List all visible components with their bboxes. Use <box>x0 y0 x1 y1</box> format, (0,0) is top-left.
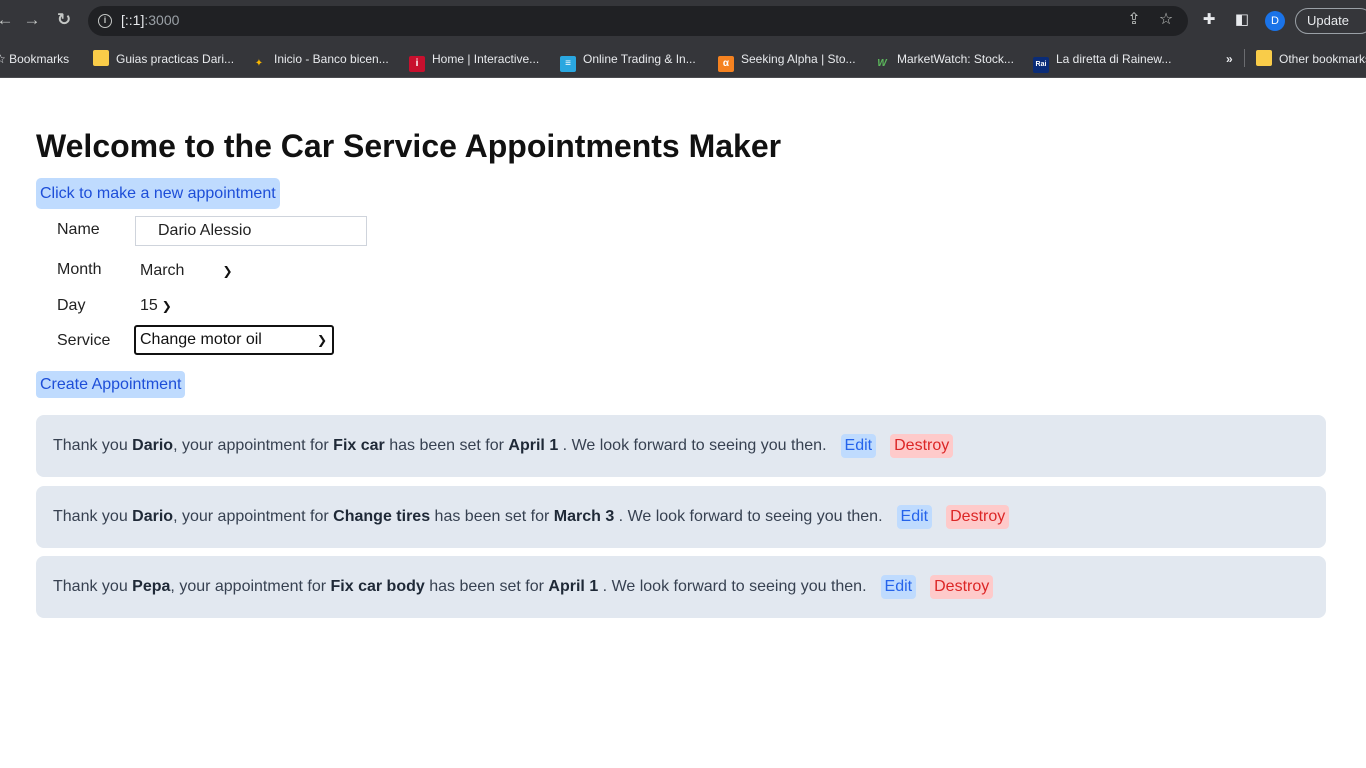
text-middle: , your appointment for <box>173 437 329 454</box>
update-label: Update <box>1307 13 1349 28</box>
day-select[interactable]: 15 ❯ <box>140 297 172 315</box>
share-icon[interactable]: ⇪ <box>1124 10 1144 30</box>
bookmark-item[interactable]: W MarketWatch: Stock... <box>874 50 1014 69</box>
bookmark-item[interactable]: α Seeking Alpha | Sto... <box>718 50 856 72</box>
service-value: Change motor oil <box>140 331 262 348</box>
page-content: Welcome to the Car Service Appointments … <box>0 79 1366 768</box>
text-middle: , your appointment for <box>173 508 329 525</box>
appointment-card: Thank you Dario, your appointment for Fi… <box>36 415 1326 477</box>
text-suffix: . We look forward to seeing you then. <box>562 437 827 454</box>
bookmark-label: Online Trading & In... <box>583 52 696 66</box>
url-host: [::1] <box>121 12 145 28</box>
menu-icon[interactable]: ⋮ <box>1360 11 1366 29</box>
bookmark-item[interactable]: Rai La diretta di Rainew... <box>1033 50 1172 73</box>
create-appointment-button[interactable]: Create Appointment <box>36 371 186 398</box>
appointment-text: Thank you Pepa, your appointment for Fix… <box>53 556 994 618</box>
month-select[interactable]: March ❯ <box>140 262 233 280</box>
service-label: Service <box>57 332 111 349</box>
service-select[interactable]: Change motor oil ❯ <box>134 325 334 355</box>
page-title: Welcome to the Car Service Appointments … <box>36 128 782 164</box>
destroy-button[interactable]: Destroy <box>946 504 1010 529</box>
bookmark-label: Inicio - Banco bicen... <box>274 52 389 66</box>
customer-name: Pepa <box>132 578 171 595</box>
text-suffix: . We look forward to seeing you then. <box>618 508 883 525</box>
reload-icon[interactable]: ↻ <box>53 9 75 31</box>
edit-button[interactable]: Edit <box>896 504 933 529</box>
bookmarks-menu[interactable]: ☆ Bookmarks <box>0 50 69 68</box>
interactive-brokers-icon: i <box>409 56 425 72</box>
bookmarks-label: Bookmarks <box>9 52 70 66</box>
name-input[interactable]: Dario Alessio <box>135 216 367 246</box>
bookmarks-overflow[interactable]: » <box>1226 50 1233 68</box>
appointment-text: Thank you Dario, your appointment for Ch… <box>53 486 1010 548</box>
bookmark-label: Guias practicas Dari... <box>116 52 235 66</box>
seeking-alpha-icon: α <box>718 56 734 72</box>
chevron-down-icon: ❯ <box>316 333 327 347</box>
profile-avatar[interactable]: D <box>1265 11 1285 31</box>
appointment-text: Thank you Dario, your appointment for Fi… <box>53 415 954 477</box>
appointment-card: Thank you Dario, your appointment for Ch… <box>36 486 1326 548</box>
folder-icon <box>93 50 109 66</box>
browser-toolbar: ← → ↻ i [::1]:3000 ⇪ ☆ ✚ ◧ D Update ⋮ <box>0 0 1366 40</box>
day-value: 15 <box>140 297 158 314</box>
text-suffix: . We look forward to seeing you then. <box>602 578 867 595</box>
edit-button[interactable]: Edit <box>840 433 877 458</box>
back-icon[interactable]: ← <box>0 9 16 31</box>
text-middle: , your appointment for <box>170 578 327 595</box>
text-middle: has been set for <box>434 508 550 525</box>
bookmarks-separator <box>1244 49 1245 67</box>
url-port: :3000 <box>144 12 180 28</box>
bookmark-label: Home | Interactive... <box>432 52 540 66</box>
text-prefix: Thank you <box>53 508 128 525</box>
destroy-button[interactable]: Destroy <box>890 433 954 458</box>
month-label: Month <box>57 261 102 278</box>
appointment-date: April 1 <box>508 437 559 454</box>
service-name: Fix car body <box>330 578 425 595</box>
site-info-icon[interactable]: i <box>98 14 112 28</box>
forward-icon[interactable]: → <box>21 9 43 31</box>
bookmark-label: MarketWatch: Stock... <box>897 52 1014 66</box>
name-label: Name <box>57 221 100 238</box>
rai-icon: Rai <box>1033 57 1049 73</box>
side-panel-icon[interactable]: ◧ <box>1233 11 1251 29</box>
appointment-card: Thank you Pepa, your appointment for Fix… <box>36 556 1326 618</box>
trading-icon: ≡ <box>560 56 576 72</box>
update-button[interactable]: Update <box>1295 8 1366 34</box>
bookmark-item[interactable]: ≡ Online Trading & In... <box>560 50 696 72</box>
bookmark-label: Seeking Alpha | Sto... <box>741 52 856 66</box>
service-name: Fix car <box>333 437 385 454</box>
bookmark-item[interactable]: i Home | Interactive... <box>409 50 540 72</box>
customer-name: Dario <box>132 437 174 454</box>
address-bar[interactable]: i [::1]:3000 ⇪ ☆ <box>88 6 1188 36</box>
day-label: Day <box>57 297 86 314</box>
bookmarks-bar: ☆ Bookmarks Guias practicas Dari... ✦ Ini… <box>0 40 1366 78</box>
other-bookmarks[interactable]: Other bookmarks <box>1256 50 1366 68</box>
chevron-down-icon: ❯ <box>222 264 233 278</box>
text-middle: has been set for <box>389 437 504 454</box>
other-bookmarks-label: Other bookmarks <box>1279 52 1366 66</box>
text-prefix: Thank you <box>53 578 128 595</box>
bookmark-item[interactable]: ✦ Inicio - Banco bicen... <box>251 50 389 69</box>
service-name: Change tires <box>333 508 431 525</box>
new-appointment-button[interactable]: Click to make a new appointment <box>36 178 280 209</box>
edit-button[interactable]: Edit <box>880 574 917 599</box>
marketwatch-icon: W <box>877 58 887 69</box>
bookmark-label: La diretta di Rainew... <box>1056 52 1172 66</box>
bookmarks-star-icon: ☆ <box>0 52 6 66</box>
bookmark-item[interactable]: Guias practicas Dari... <box>93 50 234 68</box>
text-middle: has been set for <box>429 578 544 595</box>
chevron-down-icon: ❯ <box>161 299 172 313</box>
appointment-date: March 3 <box>553 508 615 525</box>
month-value: March <box>140 262 185 279</box>
folder-icon <box>1256 50 1272 66</box>
text-prefix: Thank you <box>53 437 128 454</box>
url-text[interactable]: [::1]:3000 <box>121 12 179 28</box>
customer-name: Dario <box>132 508 174 525</box>
destroy-button[interactable]: Destroy <box>930 574 994 599</box>
appointment-date: April 1 <box>548 578 599 595</box>
extensions-icon[interactable]: ✚ <box>1200 11 1218 29</box>
bank-icon: ✦ <box>254 58 264 69</box>
bookmark-star-icon[interactable]: ☆ <box>1156 10 1176 30</box>
